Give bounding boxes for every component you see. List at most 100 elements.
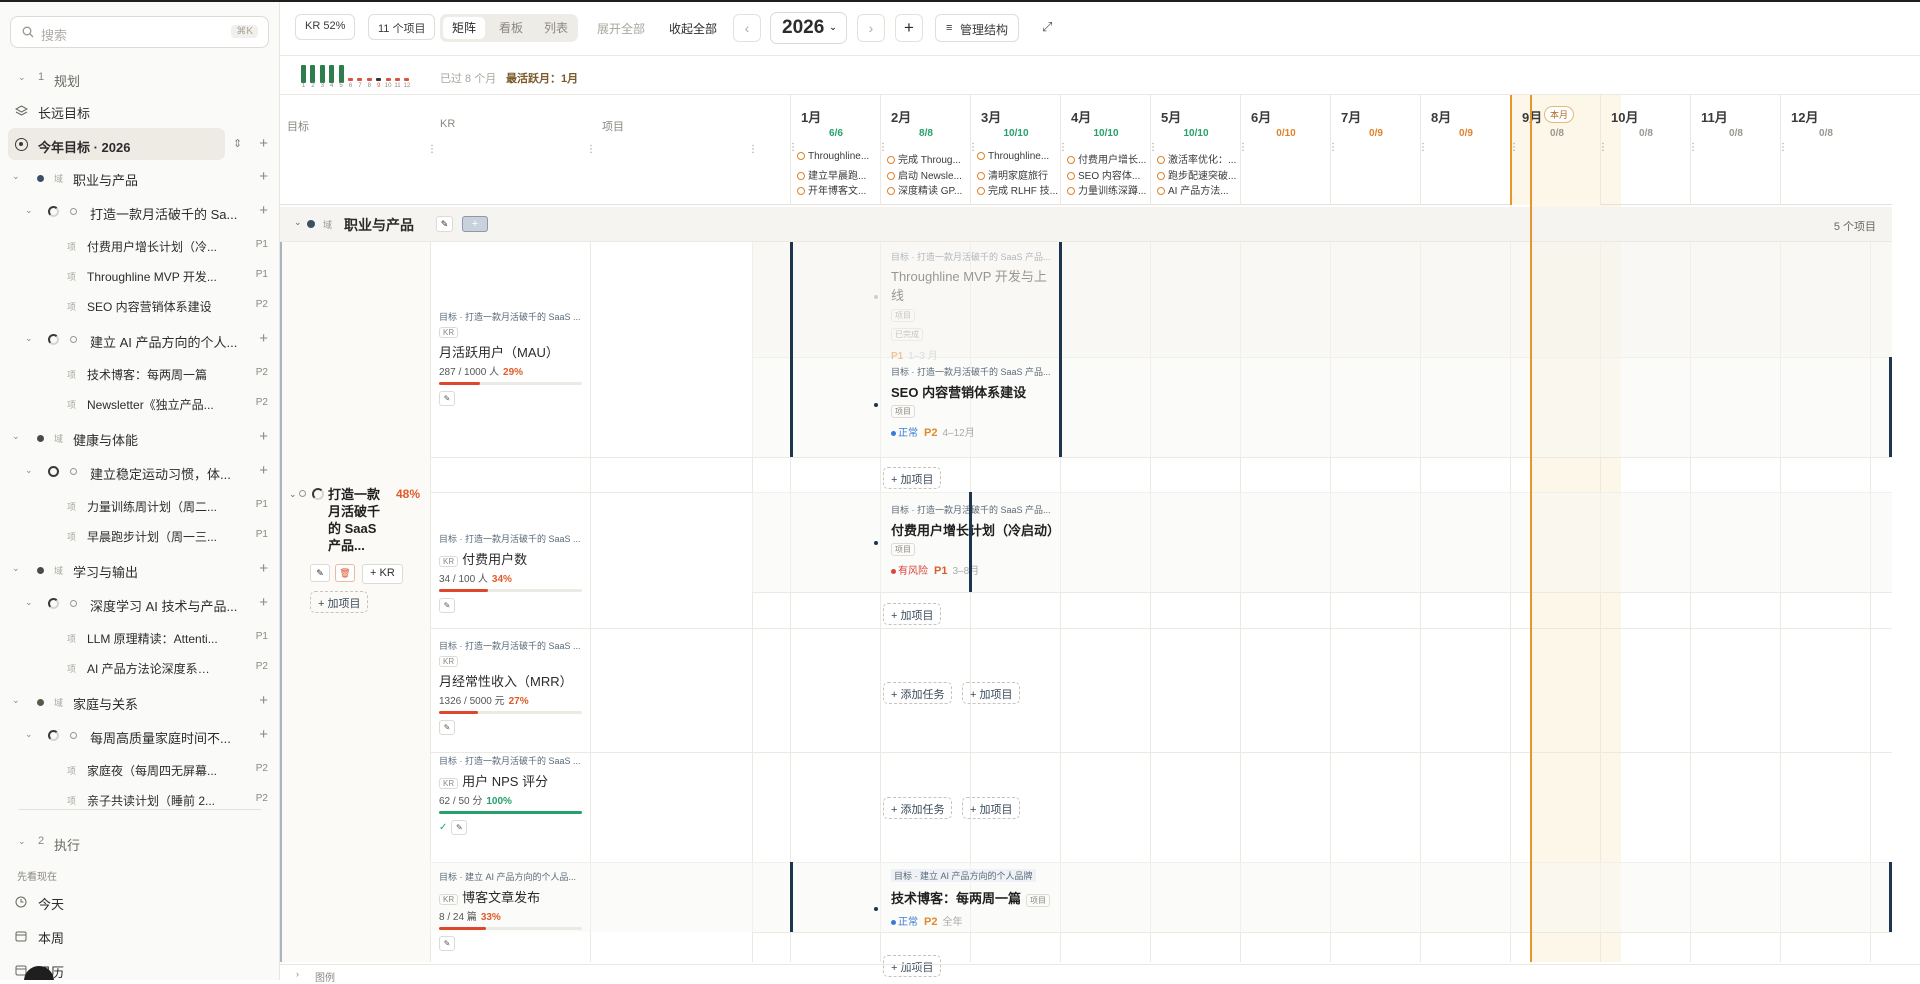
project-card[interactable]: 目标 · 打造一款月活破千的 SaaS 产品... Throughline MVP… [891, 250, 1056, 362]
month-item[interactable]: 力量训练深蹲... [1067, 182, 1149, 197]
sidebar-item[interactable]: 项力量训练周计划（周二... P1 [0, 493, 279, 519]
sidebar-item[interactable]: 项 LLM 原理精读：Attenti... P1 [0, 625, 279, 651]
add-icon[interactable]: + [259, 462, 268, 479]
month-column-header[interactable]: 4月 10/10 付费用户增长... SEO 内容体... 力量训练深蹲... ⋮ [1058, 95, 1150, 205]
expand-all-button[interactable]: 展开全部 [597, 20, 645, 37]
kr-card[interactable]: 目标 · 打造一款月活破千的 SaaS ... KR 月经常性收入（MRR） 1326… [439, 639, 592, 735]
sidebar-item[interactable]: ⌄ 深度学习 AI 技术与产品... + [0, 591, 279, 617]
sidebar-item[interactable]: 项技术博客：每两周一篇 P2 [0, 361, 279, 387]
add-project-button[interactable]: + 加项目 [883, 467, 942, 489]
nav-week[interactable]: 本周 [0, 923, 279, 949]
sidebar-item[interactable]: 项 Throughline MVP 开发... P1 [0, 263, 279, 289]
manage-structure-button[interactable]: ≡ 管理结构 [935, 14, 1020, 42]
fullscreen-icon[interactable]: ⤢ [1042, 19, 1052, 35]
project-card[interactable]: 目标 · 打造一款月活破千的 SaaS 产品... SEO 内容营销体系建设 项目正… [891, 365, 1056, 439]
month-item[interactable]: 跑步配速突破... [1157, 167, 1239, 182]
sidebar-item[interactable]: 项 Newsletter《独立产品... P2 [0, 391, 279, 417]
kr-card[interactable]: 目标 · 建立 AI 产品方向的个人品... KR 博客文章发布 8 / 24 篇 33… [439, 870, 592, 951]
section-execute[interactable]: ⌄ 2 执行 [0, 830, 279, 856]
month-column-header[interactable]: 12月 0/8 ⋮ [1778, 95, 1870, 205]
add-kr-button[interactable]: + KR [362, 564, 403, 584]
month-column-header[interactable]: 1月 6/6 Throughline... 建立早晨跑... 开年博客文... ⋮ [788, 95, 880, 205]
section-plan[interactable]: ⌄ 1 规划 [0, 66, 279, 92]
sidebar-item[interactable]: 项早晨跑步计划（周一三... P1 [0, 523, 279, 549]
sidebar-item[interactable]: 项 AI 产品方法论深度系列... P2 [0, 655, 279, 681]
edit-icon[interactable]: ✎ [439, 598, 455, 613]
sidebar-item[interactable]: ⌄ 每周高质量家庭时间不... + [0, 723, 279, 749]
expand-collapse-icon[interactable]: ⇕ [233, 137, 242, 150]
sidebar-item[interactable]: 项付费用户增长计划（冷... P1 [0, 233, 279, 259]
resize-handle[interactable]: ⋮ [1058, 142, 1068, 156]
add-icon[interactable]: + [462, 216, 488, 232]
month-column-header[interactable]: 5月 10/10 激活率优化：... 跑步配速突破... AI 产品方法... ⋮ [1148, 95, 1240, 205]
tab-matrix[interactable]: 矩阵 [443, 17, 486, 39]
year-selector[interactable]: 2026 ⌄ [770, 12, 847, 44]
add-task-button[interactable]: + 添加任务 [883, 797, 953, 819]
resize-handle[interactable]: ⋮ [1418, 142, 1428, 156]
sidebar-item[interactable]: 项家庭夜（每周四无屏幕... P2 [0, 757, 279, 783]
month-column-header[interactable]: 10月 0/8 ⋮ [1598, 95, 1690, 205]
resize-handle[interactable]: ⋮ [586, 144, 596, 158]
month-column-header[interactable]: 6月 0/10 ⋮ [1238, 95, 1330, 205]
edit-icon[interactable]: ✎ [439, 720, 455, 735]
add-icon[interactable]: + [259, 726, 268, 743]
edit-icon[interactable]: ✎ [439, 391, 455, 406]
sidebar-item[interactable]: ⌄ 打造一款月活破千的 Sa... + [0, 199, 279, 225]
sidebar-item[interactable]: 项亲子共读计划（睡前 2... P2 [0, 787, 279, 813]
month-column-header[interactable]: 2月 8/8 完成 Throug... 启动 Newsle... 深度精读 GP... ⋮ [878, 95, 970, 205]
resize-handle[interactable]: ⋮ [1148, 142, 1158, 156]
sidebar-item[interactable]: ⌄ 域学习与输出 + [0, 557, 279, 583]
month-item[interactable]: 清明家庭旅行 [977, 167, 1059, 182]
add-project-button[interactable]: + 加项目 [962, 682, 1021, 704]
add-icon[interactable]: + [259, 692, 268, 709]
edit-icon[interactable]: ✎ [436, 216, 453, 232]
month-item[interactable]: 开年博客文... [797, 182, 879, 197]
sidebar-item[interactable]: ⌄ 域家庭与关系 + [0, 689, 279, 715]
resize-handle[interactable]: ⋮ [1598, 142, 1608, 156]
add-icon[interactable]: + [259, 135, 268, 152]
add-project-button[interactable]: + 加项目 [962, 797, 1021, 819]
kr-card[interactable]: 目标 · 打造一款月活破千的 SaaS ... KR 付费用户数 34 / 100 人… [439, 532, 592, 613]
month-item[interactable]: 完成 RLHF 技... [977, 182, 1059, 197]
month-item[interactable]: 完成 Throug... [887, 151, 969, 166]
month-column-header[interactable]: 11月 0/8 ⋮ [1688, 95, 1780, 205]
resize-handle[interactable]: ⋮ [878, 142, 888, 156]
add-icon[interactable]: + [259, 594, 268, 611]
items-count-chip[interactable]: 11 个项目 [368, 14, 436, 40]
month-item[interactable]: 启动 Newsle... [887, 167, 969, 182]
edit-icon[interactable]: ✎ [439, 936, 455, 951]
legend-bar[interactable]: › 图例 [280, 964, 1920, 984]
month-item[interactable]: 建立早晨跑... [797, 167, 879, 182]
tab-board[interactable]: 看板 [499, 19, 523, 36]
month-column-header[interactable]: 3月 10/10 Throughline... 清明家庭旅行 完成 RLHF 技... ⋮ [968, 95, 1060, 205]
sidebar-item[interactable]: ⌄ 建立 AI 产品方向的个人... + [0, 327, 279, 353]
edit-icon[interactable]: ✎ [451, 820, 468, 835]
collapse-all-button[interactable]: 收起全部 [669, 20, 717, 37]
month-item[interactable]: AI 产品方法... [1157, 182, 1239, 197]
domain-row[interactable]: ⌄ 域 职业与产品 ✎ + 5 个项目 [280, 207, 1892, 242]
add-icon[interactable]: + [259, 330, 268, 347]
tab-list[interactable]: 列表 [544, 19, 568, 36]
month-item[interactable]: 激活率优化：... [1157, 151, 1239, 166]
edit-icon[interactable]: ✎ [310, 564, 330, 582]
project-card[interactable]: 目标 · 建立 AI 产品方向的个人品牌 技术博客：每两周一篇 项目 正常 P2 全年 [891, 869, 1056, 928]
add-icon[interactable]: + [259, 560, 268, 577]
add-task-button[interactable]: + 添加任务 [883, 682, 953, 704]
month-item[interactable]: 深度精读 GP... [887, 182, 969, 197]
month-column-header[interactable]: 7月 0/9 ⋮ [1328, 95, 1420, 205]
nav-year-goal[interactable]: 今年目标 · 2026 ⇕ + [0, 132, 279, 158]
add-project-button[interactable]: + 加项目 [310, 591, 369, 613]
month-item[interactable]: SEO 内容体... [1067, 167, 1149, 182]
project-card[interactable]: 目标 · 打造一款月活破千的 SaaS 产品... 付费用户增长计划（冷启动） 项目… [891, 503, 1060, 577]
sidebar-item[interactable]: 项 SEO 内容营销体系建设 P2 [0, 293, 279, 319]
resize-handle[interactable]: ⋮ [427, 144, 437, 158]
resize-handle[interactable]: ⋮ [788, 142, 798, 156]
resize-handle[interactable]: ⋮ [1778, 142, 1788, 156]
month-item[interactable]: 付费用户增长... [1067, 151, 1149, 166]
prev-year-button[interactable]: ‹ [733, 14, 761, 42]
nav-longterm[interactable]: 长远目标 [0, 98, 279, 124]
sidebar-item[interactable]: ⌄ 域职业与产品 + [0, 165, 279, 191]
month-column-header[interactable]: 8月 0/9 ⋮ [1418, 95, 1510, 205]
resize-handle[interactable]: ⋮ [968, 142, 978, 156]
add-icon[interactable]: + [259, 202, 268, 219]
